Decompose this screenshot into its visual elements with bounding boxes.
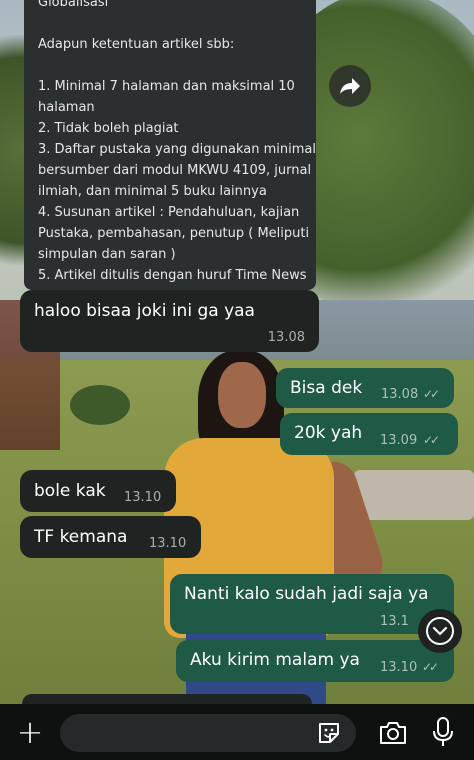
quoted-message-line: Globalisasi <box>38 0 109 10</box>
incoming-message[interactable]: TF kemana 13.10 <box>20 516 201 558</box>
message-text: bole kak <box>34 481 106 501</box>
message-time: 13.08 <box>267 330 305 345</box>
sticker-icon[interactable] <box>316 720 342 746</box>
quoted-message-line: ilmiah, dan minimal 5 buku lainnya <box>38 184 267 199</box>
quoted-message-line: Adapun ketentuan artikel sbb: <box>38 37 235 52</box>
wallpaper-bush <box>70 385 130 425</box>
message-text: 20k yah <box>294 423 363 443</box>
outgoing-message[interactable]: Aku kirim malam ya 13.10 ✓✓ <box>176 640 454 682</box>
outgoing-message[interactable]: 20k yah 13.09 ✓✓ <box>280 413 458 455</box>
microphone-icon[interactable] <box>432 716 454 748</box>
quoted-message-line: 1. Minimal 7 halaman dan maksimal 10 <box>38 79 295 94</box>
message-time: 13.09 <box>380 433 418 448</box>
outgoing-message[interactable]: Bisa dek 13.08 ✓✓ <box>276 368 454 408</box>
message-text: Bisa dek <box>290 378 363 398</box>
quoted-message-text: Globalisasi Adapun ketentuan artikel sbb:… <box>38 0 316 286</box>
quoted-message-line: halaman <box>38 100 95 115</box>
message-time: 13.08 <box>381 387 419 402</box>
forward-button[interactable] <box>329 65 371 107</box>
forward-arrow-icon <box>340 78 360 94</box>
message-time: 13.10 <box>149 536 187 551</box>
quoted-message-line: 5. Artikel ditulis dengan huruf Time New… <box>38 268 307 283</box>
read-receipt-icon: ✓✓ <box>423 433 440 447</box>
message-input[interactable] <box>60 714 356 752</box>
quoted-message-line: 2. Tidak boleh plagiat <box>38 121 179 136</box>
message-time: 13.10 <box>124 490 162 505</box>
read-receipt-icon: ✓✓ <box>422 660 439 674</box>
message-text: haloo bisaa joki ini ga yaa <box>34 301 255 321</box>
scroll-to-bottom-button[interactable] <box>418 609 462 653</box>
quoted-message-line: simpulan dan saran ) <box>38 247 176 262</box>
quoted-message-line: 4. Susunan artikel : Pendahuluan, kajian <box>38 205 300 220</box>
message-text: Nanti kalo sudah jadi saja ya <box>184 584 429 604</box>
read-receipt-icon: ✓✓ <box>423 387 440 401</box>
incoming-message[interactable]: haloo bisaa joki ini ga yaa 13.08 <box>20 290 319 352</box>
message-text: TF kemana <box>34 527 128 547</box>
quoted-message-line: Pustaka, pembahasan, penutup ( Meliputi <box>38 226 310 241</box>
quoted-message-line: 3. Daftar pustaka yang digunakan minimal <box>38 142 316 157</box>
message-text: Aku kirim malam ya <box>190 650 360 670</box>
incoming-message[interactable]: bole kak 13.10 <box>20 470 176 512</box>
message-time: 13.10 <box>380 660 418 675</box>
message-time: 13.1 <box>380 614 409 629</box>
outgoing-message[interactable]: Nanti kalo sudah jadi saja ya 13.1 <box>170 574 454 634</box>
quoted-message[interactable]: Globalisasi Adapun ketentuan artikel sbb:… <box>24 0 316 290</box>
camera-icon[interactable] <box>378 719 408 747</box>
attach-button[interactable]: + <box>14 712 46 752</box>
quoted-message-line: bersumber dari modul MKWU 4109, jurnal <box>38 163 312 178</box>
chevron-down-icon <box>426 617 454 645</box>
